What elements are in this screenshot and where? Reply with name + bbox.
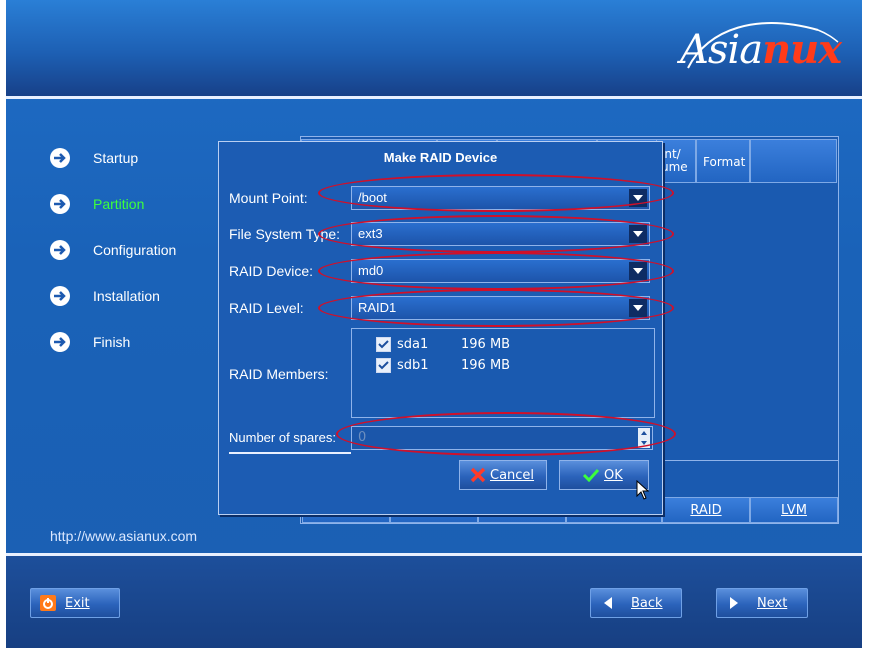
list-item[interactable]: sda1 196 MB — [376, 335, 510, 353]
member-size: 196 MB — [461, 357, 511, 373]
logo-text-asia: Asia — [680, 27, 763, 73]
banner-divider — [6, 96, 862, 99]
exit-label: Exit — [65, 595, 90, 611]
arrow-right-icon — [50, 286, 70, 306]
step-label: Finish — [93, 334, 131, 350]
exit-button[interactable]: Exit — [30, 588, 120, 618]
cancel-label: Cancel — [490, 467, 535, 483]
step-startup: Startup — [50, 146, 138, 170]
logo-text-nux: nux — [762, 26, 842, 73]
annotation-raid-level — [318, 289, 674, 327]
column-header-format[interactable]: Format — [696, 139, 750, 183]
member-name: sda1 — [397, 336, 429, 352]
member-size: 196 MB — [461, 336, 511, 352]
raid-members-label: RAID Members: — [229, 366, 329, 382]
chevron-left-icon — [599, 594, 617, 612]
checkbox[interactable] — [376, 336, 391, 352]
next-button[interactable]: Next — [716, 588, 808, 618]
raid-level-label: RAID Level: — [229, 300, 304, 316]
cancel-button[interactable]: Cancel — [459, 460, 547, 490]
arrow-right-icon — [50, 194, 70, 214]
installer-window: Asianux Startup Partition Configuration … — [6, 0, 862, 648]
back-button[interactable]: Back — [590, 588, 682, 618]
header-banner: Asianux — [6, 0, 862, 98]
back-label: Back — [631, 595, 663, 611]
annotation-spares — [336, 412, 676, 456]
raid-device-label: RAID Device: — [229, 263, 314, 279]
step-configuration: Configuration — [50, 238, 176, 262]
column-header-label: int/ ume — [661, 147, 688, 174]
asianux-logo: Asianux — [668, 18, 844, 78]
chevron-right-icon — [725, 594, 743, 612]
step-label: Installation — [93, 288, 160, 304]
lvm-button[interactable]: LVM — [750, 497, 838, 523]
arrow-right-icon — [50, 148, 70, 168]
ok-label: OK — [604, 467, 623, 483]
dialog-title: Make RAID Device — [383, 150, 498, 165]
power-icon — [39, 594, 57, 612]
step-label: Partition — [93, 196, 145, 212]
website-url: http://www.asianux.com — [50, 528, 198, 544]
step-installation: Installation — [50, 284, 160, 308]
arrow-right-icon — [50, 240, 70, 260]
annotation-raid-device — [318, 252, 674, 290]
step-label: Startup — [93, 150, 139, 166]
next-label: Next — [757, 595, 788, 611]
column-header[interactable] — [750, 139, 837, 183]
column-header-label: Format — [703, 155, 746, 169]
step-partition: Partition — [50, 192, 144, 216]
arrow-right-icon — [50, 332, 70, 352]
list-item[interactable]: sdb1 196 MB — [376, 356, 510, 374]
footer-bar: Exit Back Next — [6, 556, 862, 648]
raid-button[interactable]: RAID — [662, 497, 750, 523]
step-label: Configuration — [93, 242, 177, 258]
mouse-pointer-icon — [636, 480, 650, 500]
checkbox[interactable] — [376, 357, 391, 373]
raid-members-list: sda1 196 MB sdb1 196 MB — [351, 328, 655, 418]
member-name: sdb1 — [397, 357, 429, 373]
step-finish: Finish — [50, 330, 130, 354]
spares-label: Number of spares: — [229, 430, 336, 445]
divider — [229, 452, 351, 454]
annotation-mount-point — [318, 174, 674, 212]
annotation-file-system — [318, 215, 674, 253]
mount-point-label: Mount Point: — [229, 190, 308, 206]
close-icon — [470, 467, 486, 483]
checkmark-icon — [582, 468, 600, 482]
